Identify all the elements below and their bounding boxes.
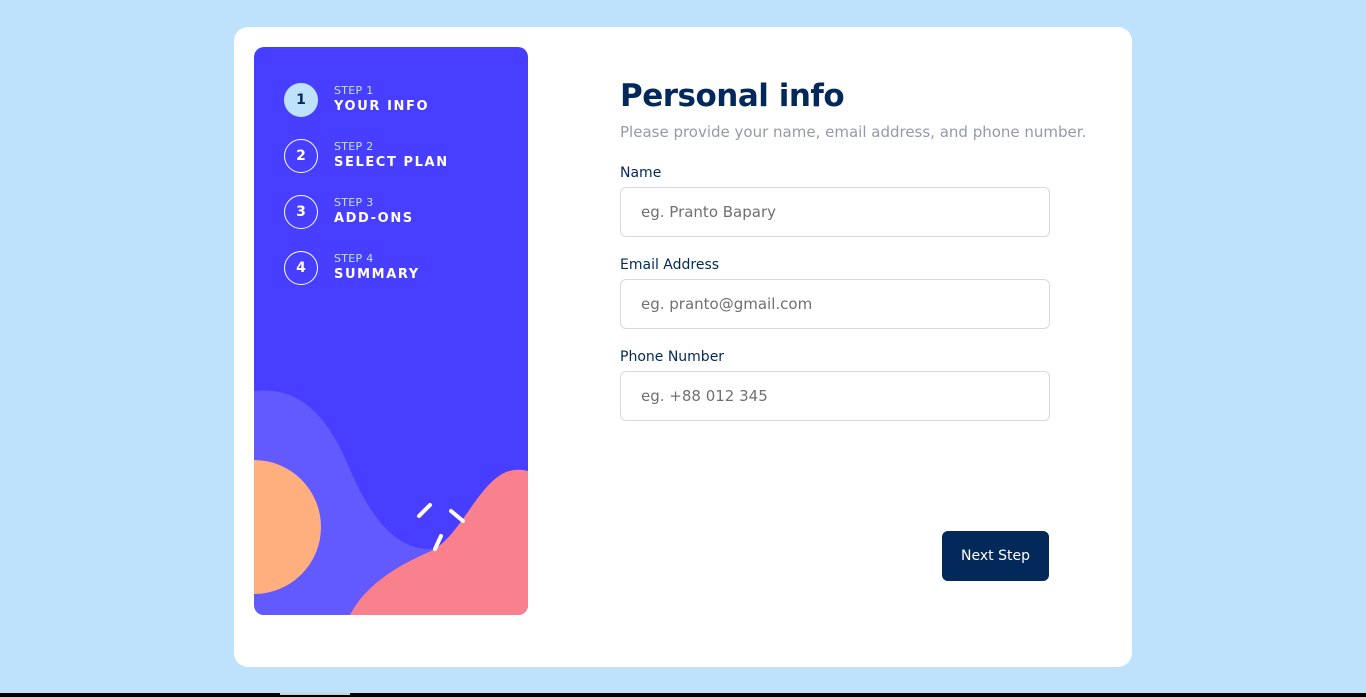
step-number-badge: 4: [284, 251, 318, 285]
step-number-badge: 3: [284, 195, 318, 229]
email-label: Email Address: [620, 257, 720, 273]
step-number-badge: 2: [284, 139, 318, 173]
name-field-group: Name: [620, 165, 1080, 237]
window-bottom-edge: [0, 693, 1366, 697]
email-field-group: Email Address: [620, 257, 1080, 329]
phone-input[interactable]: [620, 371, 1050, 421]
step-item-4[interactable]: 4 STEP 4 SUMMARY: [284, 251, 449, 285]
name-label: Name: [620, 165, 662, 181]
scrollbar-thumb[interactable]: [280, 693, 350, 695]
phone-field-group: Phone Number: [620, 349, 1080, 421]
step-item-1[interactable]: 1 STEP 1 YOUR INFO: [284, 83, 449, 117]
step-list: 1 STEP 1 YOUR INFO 2 STEP 2 SELECT PLAN …: [284, 83, 449, 307]
page-title: Personal info: [620, 78, 845, 114]
phone-label: Phone Number: [620, 349, 725, 365]
steps-sidebar: 1 STEP 1 YOUR INFO 2 STEP 2 SELECT PLAN …: [254, 47, 528, 615]
name-input[interactable]: [620, 187, 1050, 237]
step-item-2[interactable]: 2 STEP 2 SELECT PLAN: [284, 139, 449, 173]
step-title: YOUR INFO: [334, 99, 430, 114]
next-step-button[interactable]: Next Step: [942, 531, 1049, 581]
step-title: SELECT PLAN: [334, 155, 449, 170]
step-label: STEP 2: [334, 140, 374, 153]
step-label: STEP 1: [334, 84, 374, 97]
step-label: STEP 4: [334, 252, 374, 265]
personal-info-form: Personal info Please provide your name, …: [620, 77, 1087, 421]
step-item-3[interactable]: 3 STEP 3 ADD-ONS: [284, 195, 449, 229]
page-subtitle: Please provide your name, email address,…: [620, 123, 1087, 141]
step-label: STEP 3: [334, 196, 374, 209]
email-input[interactable]: [620, 279, 1050, 329]
form-card: 1 STEP 1 YOUR INFO 2 STEP 2 SELECT PLAN …: [234, 27, 1132, 667]
step-title: ADD-ONS: [334, 211, 414, 226]
step-number-badge: 1: [284, 83, 318, 117]
step-title: SUMMARY: [334, 267, 420, 282]
